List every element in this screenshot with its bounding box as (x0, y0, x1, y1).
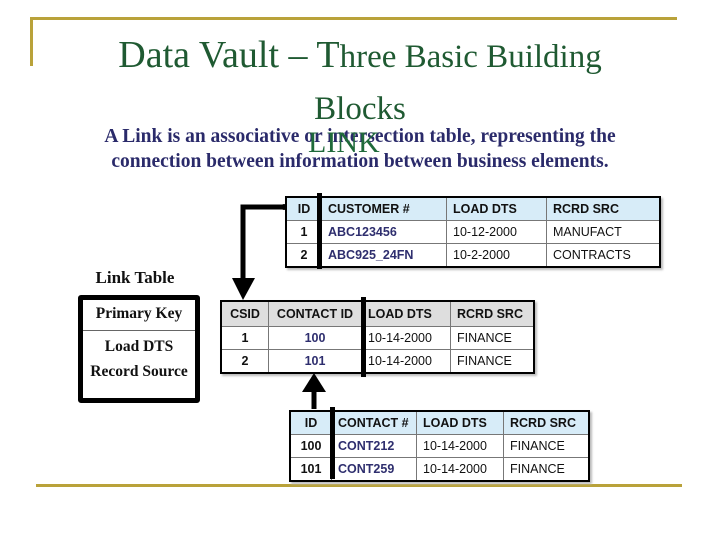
connector-line (240, 204, 284, 280)
title-part-1: Data Vault – T (118, 34, 340, 76)
cell: FINANCE (503, 434, 590, 458)
arrow-up-icon (302, 373, 326, 392)
cell: 10-14-2000 (416, 457, 504, 482)
column-header: LOAD DTS (416, 410, 504, 435)
column-header: CUSTOMER # (321, 196, 447, 221)
table-row: 1 100 10-14-2000 FINANCE (220, 326, 535, 350)
cell: MANUFACT (546, 220, 661, 244)
cell: 10-14-2000 (361, 349, 451, 374)
overlay-link-heading: LINK (308, 126, 380, 159)
cell: 100 (268, 326, 362, 350)
table-row: 2 ABC925_24FN 10-2-2000 CONTRACTS (285, 243, 661, 268)
column-header: RCRD SRC (546, 196, 661, 221)
cell: 10-12-2000 (446, 220, 547, 244)
cell: CONT259 (331, 457, 417, 482)
cell: 1 (220, 326, 269, 350)
column-header: CSID (220, 300, 269, 327)
column-header: CONTACT # (331, 410, 417, 435)
decorative-top-rule (30, 17, 677, 20)
decorative-left-rule (30, 17, 33, 66)
cell: FINANCE (450, 349, 535, 374)
column-header: CONTACT ID (268, 300, 362, 327)
table-row: 1 ABC123456 10-12-2000 MANUFACT (285, 220, 661, 244)
link-key-divider (361, 297, 366, 377)
cell: 101 (268, 349, 362, 374)
cell: CONTRACTS (546, 243, 661, 268)
link-table-legend: Primary Key Load DTS Record Source (78, 295, 200, 403)
cell: ABC925_24FN (321, 243, 447, 268)
cell: FINANCE (503, 457, 590, 482)
hub-key-divider (330, 407, 335, 479)
table-header-row: ID CUSTOMER # LOAD DTS RCRD SRC (285, 196, 661, 221)
title-part-2: hree Basic Building (339, 39, 602, 75)
column-header: ID (289, 410, 332, 435)
slide-title: Data Vault – Three Basic Building Blocks (60, 30, 660, 134)
connector-contact-to-link (302, 373, 326, 409)
link-table: CSID CONTACT ID LOAD DTS RCRD SRC 1 100 … (220, 300, 535, 374)
cell: 2 (220, 349, 269, 374)
cell: 10-14-2000 (361, 326, 451, 350)
cell: 101 (289, 457, 332, 482)
cell: FINANCE (450, 326, 535, 350)
column-header: RCRD SRC (450, 300, 535, 327)
cell: CONT212 (331, 434, 417, 458)
connector-customer-to-link (232, 204, 287, 300)
cell: ABC123456 (321, 220, 447, 244)
cell: 10-2-2000 (446, 243, 547, 268)
hub-customer-table: ID CUSTOMER # LOAD DTS RCRD SRC 1 ABC123… (285, 196, 661, 268)
legend-item-record-source: Record Source (90, 363, 188, 380)
legend-title: Link Table (95, 268, 175, 287)
hub-key-divider (317, 193, 322, 269)
column-header: LOAD DTS (361, 300, 451, 327)
legend-item-primary-key: Primary Key (83, 300, 195, 331)
column-header: LOAD DTS (446, 196, 547, 221)
title-line-2: Blocks (314, 91, 406, 127)
table-row: 2 101 10-14-2000 FINANCE (220, 349, 535, 374)
decorative-bottom-rule (36, 484, 682, 487)
arrow-down-icon (232, 278, 255, 300)
table-header-row: CSID CONTACT ID LOAD DTS RCRD SRC (220, 300, 535, 327)
column-header: RCRD SRC (503, 410, 590, 435)
cell: 100 (289, 434, 332, 458)
legend-item-load-dts: Load DTS (104, 338, 174, 355)
cell: 10-14-2000 (416, 434, 504, 458)
